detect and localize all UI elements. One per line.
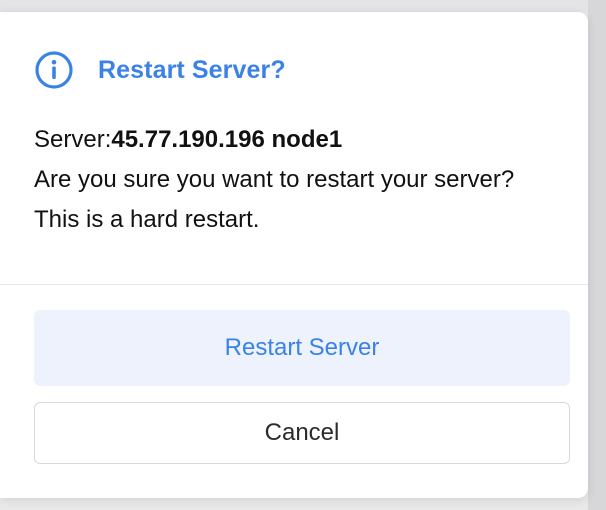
backdrop-top [0,0,606,12]
dialog-title: Restart Server? [98,55,286,84]
backdrop-right [588,0,606,510]
confirmation-message: Are you sure you want to restart your se… [34,166,515,233]
server-line: Server:45.77.190.196 node1 [34,120,554,160]
info-circle-icon [34,50,74,90]
restart-server-dialog: Restart Server? Server:45.77.190.196 nod… [0,12,588,498]
restart-server-button[interactable]: Restart Server [34,310,570,386]
cancel-button[interactable]: Cancel [34,402,570,464]
dialog-header: Restart Server? [34,50,286,90]
server-label: Server: [34,126,112,153]
dialog-body: Server:45.77.190.196 node1 Are you sure … [34,120,554,240]
dialog-divider [0,284,588,285]
server-value: 45.77.190.196 node1 [111,126,343,153]
